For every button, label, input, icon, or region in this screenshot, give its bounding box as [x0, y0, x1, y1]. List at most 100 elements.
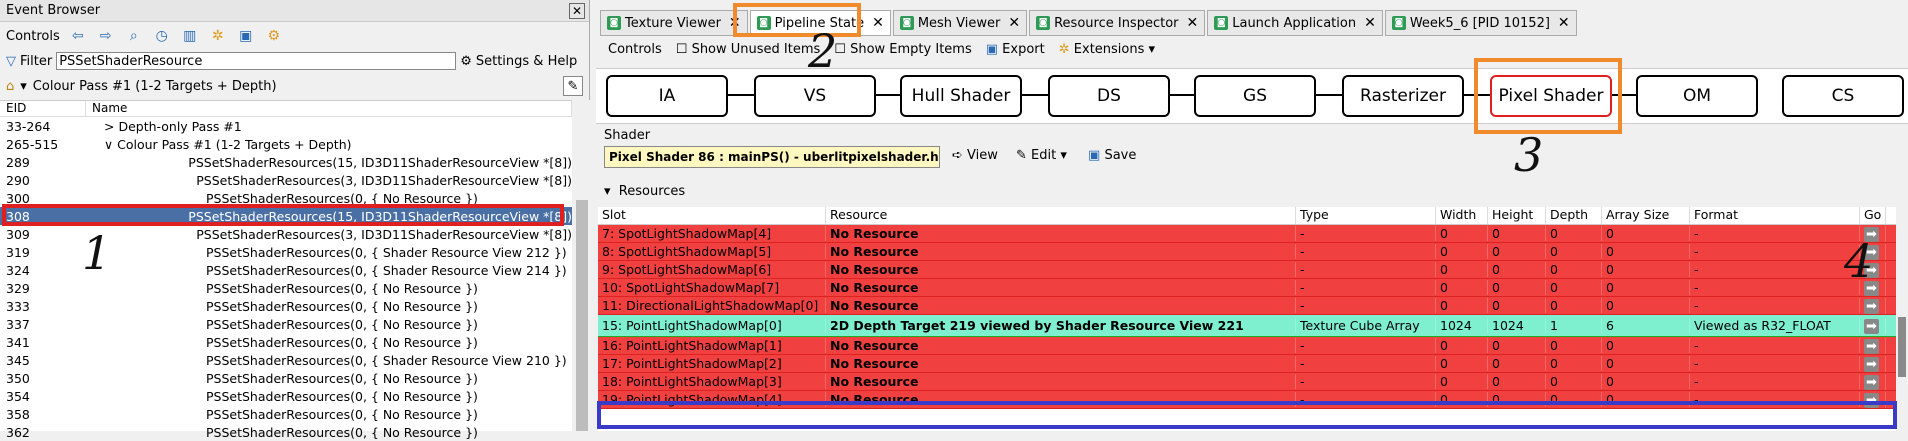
view-button[interactable]: ➪ View [952, 148, 998, 163]
resource-cell-d: 0 [1546, 298, 1602, 313]
resource-row[interactable]: 8: SpotLightShadowMap[5] No Resource -0 0 0 0… [598, 243, 1908, 261]
scrollbar-thumb[interactable] [1898, 317, 1906, 377]
event-row[interactable]: 290 PSSetShaderResources(3, ID3D11ShaderR… [0, 171, 572, 189]
resource-cell-a: 0 [1602, 280, 1690, 295]
go-cell[interactable]: ➡ [1860, 373, 1886, 390]
event-eid: 289 [6, 154, 30, 170]
column-header[interactable]: Type [1296, 207, 1436, 224]
column-header[interactable]: Depth [1546, 207, 1602, 224]
go-cell[interactable]: ➡ [1860, 337, 1886, 354]
event-row[interactable]: 337 PSSetShaderResources(0, { No Resource… [0, 315, 572, 333]
stage-ia[interactable]: IA [606, 75, 728, 117]
resource-cell-f: Viewed as R32_FLOAT [1690, 318, 1860, 333]
close-icon[interactable]: ✕ [1187, 15, 1199, 31]
event-row[interactable]: 345 PSSetShaderResources(0, { Shader Reso… [0, 351, 572, 369]
stage-hull-shader[interactable]: Hull Shader [900, 75, 1022, 117]
tab-label: Mesh Viewer [917, 15, 1001, 31]
scrollbar-thumb[interactable] [576, 200, 588, 431]
tab-2[interactable]: ◙ Mesh Viewer ✕ [892, 10, 1028, 36]
column-header[interactable]: Go [1860, 207, 1886, 224]
stage-rasterizer[interactable]: Rasterizer [1342, 75, 1464, 117]
settings-help-button[interactable]: Settings & Help [476, 54, 577, 69]
resource-row[interactable]: 15: PointLightShadowMap[0] 2D Depth Targe… [598, 315, 1908, 337]
go-arrow-icon[interactable]: ➡ [1864, 338, 1879, 354]
column-header[interactable]: Slot [598, 207, 826, 224]
save-icon[interactable]: ▣ [236, 27, 256, 45]
column-header[interactable]: Height [1488, 207, 1546, 224]
resource-row[interactable]: 10: SpotLightShadowMap[7] No Resource -0 0 0… [598, 279, 1908, 297]
find-icon[interactable]: ⌕ [124, 27, 144, 45]
filter-input[interactable] [56, 52, 457, 70]
event-name: PSSetShaderResources(0, { Shader Resourc… [206, 262, 567, 278]
event-row[interactable]: 33-264 > Depth-only Pass #1 [0, 117, 572, 135]
column-header[interactable]: Width [1436, 207, 1488, 224]
event-row[interactable]: 354 PSSetShaderResources(0, { No Resource… [0, 387, 572, 405]
back-arrow-icon[interactable]: ⇦ [68, 27, 88, 45]
resources-label: Resources [618, 184, 686, 199]
go-arrow-icon[interactable]: ➡ [1864, 374, 1879, 390]
event-row[interactable]: 333 PSSetShaderResources(0, { No Resource… [0, 297, 572, 315]
tab-0[interactable]: ◙ Texture Viewer ✕ [600, 10, 748, 36]
resource-row[interactable]: 7: SpotLightShadowMap[4] No Resource -0 0 0 0… [598, 225, 1908, 243]
column-header[interactable]: Resource [826, 207, 1296, 224]
save-button[interactable]: ▣ Save [1088, 148, 1136, 163]
stage-vs[interactable]: VS [754, 75, 876, 117]
timer-icon[interactable]: ◷ [152, 27, 172, 45]
go-cell[interactable]: ➡ [1860, 355, 1886, 372]
extensions-button[interactable]: ✲ Extensions ▾ [1059, 42, 1155, 57]
bookmark-icon[interactable]: ✲ [208, 27, 228, 45]
tab-3[interactable]: ◙ Resource Inspector ✕ [1029, 10, 1206, 36]
go-arrow-icon[interactable]: ➡ [1864, 298, 1879, 314]
show-empty-toggle[interactable]: ☐ Show Empty Items [834, 42, 971, 57]
resource-row[interactable]: 18: PointLightShadowMap[3] No Resource -0 0… [598, 373, 1908, 391]
resource-row[interactable]: 11: DirectionalLightShadowMap[0] No Resou… [598, 297, 1908, 315]
shader-name-field[interactable]: Pixel Shader 86 : mainPS() - uberlitpixe… [604, 146, 940, 168]
close-icon[interactable]: ✕ [1558, 15, 1570, 31]
event-row[interactable]: 350 PSSetShaderResources(0, { No Resource… [0, 369, 572, 387]
stage-cs[interactable]: CS [1782, 75, 1904, 117]
close-icon[interactable]: ✕ [1008, 15, 1020, 31]
edit-button[interactable]: ✎ Edit ▾ [1016, 148, 1067, 163]
go-cell[interactable]: ➡ [1860, 317, 1886, 334]
resources-header[interactable]: ▾ Resources [598, 184, 685, 202]
tab-4[interactable]: ◙ Launch Application ✕ [1207, 10, 1383, 36]
show-unused-toggle[interactable]: ☐ Show Unused Items [676, 42, 821, 57]
close-icon[interactable]: ✕ [569, 2, 585, 19]
tab-5[interactable]: ◙ Week5_6 [PID 10152] ✕ [1384, 10, 1577, 36]
column-name[interactable]: Name [86, 101, 572, 116]
column-header[interactable]: Format [1690, 207, 1860, 224]
show-empty-label: Show Empty Items [850, 41, 972, 57]
close-icon[interactable]: ✕ [872, 15, 884, 31]
event-row[interactable]: 341 PSSetShaderResources(0, { No Resource… [0, 333, 572, 351]
resource-row[interactable]: 9: SpotLightShadowMap[6] No Resource -0 0 0 0… [598, 261, 1908, 279]
stage-ds[interactable]: DS [1048, 75, 1170, 117]
forward-arrow-icon[interactable]: ⇨ [96, 27, 116, 45]
stats-icon[interactable]: ▥ [180, 27, 200, 45]
event-row[interactable]: 329 PSSetShaderResources(0, { No Resource… [0, 279, 572, 297]
event-row[interactable]: 362 PSSetShaderResources(0, { No Resource… [0, 423, 572, 441]
column-header[interactable]: Array Size [1602, 207, 1690, 224]
pipeline-toolbar: Controls ☐ Show Unused Items ☐ Show Empt… [596, 36, 1908, 62]
stage-gs[interactable]: GS [1194, 75, 1316, 117]
edit-icon[interactable]: ✎ [563, 76, 583, 96]
settings-gear-icon[interactable]: ⚙ [264, 27, 284, 45]
go-arrow-icon[interactable]: ➡ [1864, 318, 1879, 334]
go-cell[interactable]: ➡ [1860, 297, 1886, 314]
go-arrow-icon[interactable]: ➡ [1864, 356, 1879, 372]
event-row[interactable]: 289 PSSetShaderResources(15, ID3D11Shader… [0, 153, 572, 171]
resource-row[interactable]: 17: PointLightShadowMap[2] No Resource -0 0… [598, 355, 1908, 373]
stage-om[interactable]: OM [1636, 75, 1758, 117]
event-tree-scrollbar[interactable] [574, 100, 590, 431]
resources-scrollbar[interactable] [1896, 207, 1908, 431]
resource-row[interactable]: 16: PointLightShadowMap[1] No Resource -0 0… [598, 337, 1908, 355]
export-button[interactable]: ▣ Export [986, 42, 1045, 57]
home-icon[interactable]: ⌂ [6, 79, 14, 94]
chevron-down-icon[interactable]: ▾ [20, 79, 27, 94]
controls-label: Controls [6, 28, 60, 44]
column-eid[interactable]: EID [0, 101, 86, 116]
event-row[interactable]: 358 PSSetShaderResources(0, { No Resource… [0, 405, 572, 423]
event-row[interactable]: 265-515 ∨ Colour Pass #1 (1-2 Targets + D… [0, 135, 572, 153]
highlight-box-resource-row [597, 401, 1897, 429]
settings-gear-icon[interactable]: ⚙ [460, 54, 472, 69]
close-icon[interactable]: ✕ [1364, 15, 1376, 31]
